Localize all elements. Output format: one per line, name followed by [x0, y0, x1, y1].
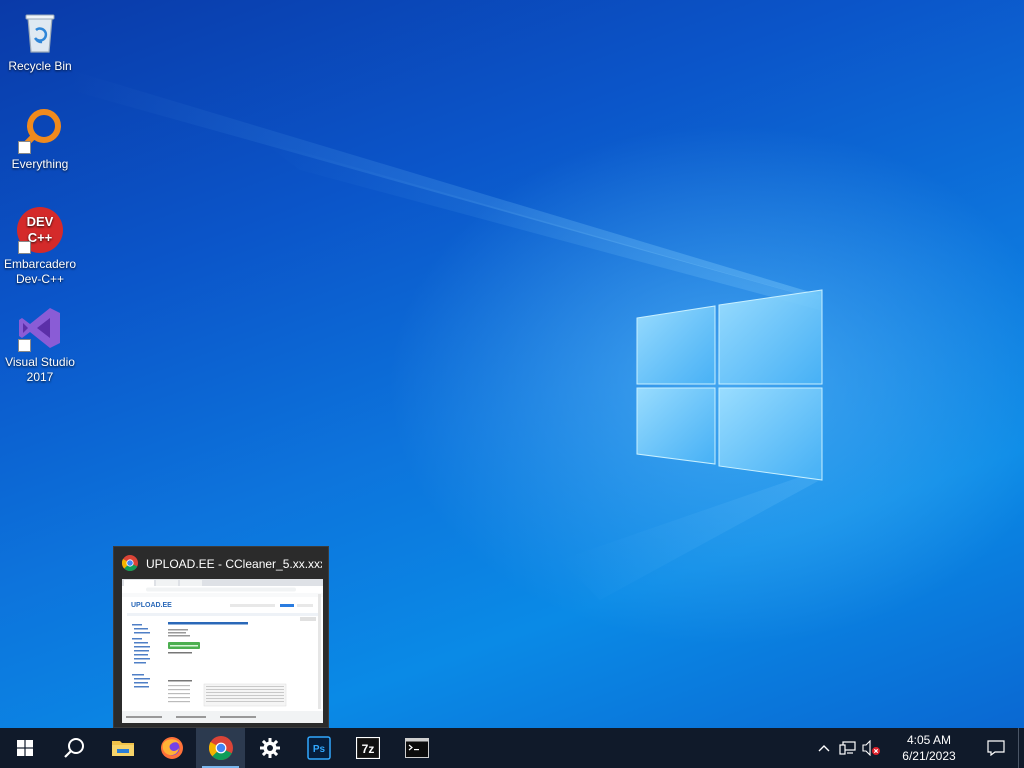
- show-hidden-icons-button[interactable]: [812, 728, 836, 768]
- desktop-icon-label: 2017: [26, 370, 54, 384]
- taskbar-settings[interactable]: [245, 728, 294, 768]
- recycle-bin-icon: [16, 8, 64, 56]
- taskbar: Ps 7z 4:05 AM 6/21/2023: [0, 728, 1024, 768]
- windows-wallpaper-logo: [636, 289, 823, 481]
- shortcut-arrow-icon: [18, 241, 31, 254]
- desktop-icon-label: Dev-C++: [15, 272, 65, 286]
- windows-start-icon: [16, 740, 33, 756]
- desktop-icon-dev-cpp[interactable]: DEV C++ Embarcadero Dev-C++: [2, 206, 78, 287]
- everything-search-icon: [16, 106, 64, 154]
- desktop-icon-label: Embarcadero: [3, 257, 77, 271]
- chrome-icon: [122, 555, 138, 573]
- taskbar-photoshop[interactable]: Ps: [294, 728, 343, 768]
- terminal-icon: [404, 738, 429, 758]
- svg-text:Ps: Ps: [312, 744, 325, 755]
- volume-muted-icon: [862, 740, 880, 756]
- clock-date: 6/21/2023: [902, 749, 956, 763]
- svg-text:UPLOAD.EE: UPLOAD.EE: [131, 602, 172, 609]
- action-center-button[interactable]: [974, 728, 1018, 768]
- desktop-icon-everything[interactable]: Everything: [2, 106, 78, 172]
- gear-icon: [259, 738, 280, 758]
- search-button[interactable]: [49, 728, 98, 768]
- taskbar-terminal[interactable]: [392, 728, 441, 768]
- desktop-icon-visual-studio[interactable]: Visual Studio 2017: [2, 304, 78, 385]
- firefox-icon: [160, 737, 183, 759]
- chrome-icon: [208, 736, 233, 760]
- taskbar-firefox[interactable]: [147, 728, 196, 768]
- chrome-taskbar-preview[interactable]: UPLOAD.EE - CCleaner_5.xx.xxxx... UPLOAD…: [113, 546, 329, 728]
- notification-icon: [987, 740, 1005, 756]
- 7zip-icon: 7z: [355, 737, 380, 759]
- shortcut-arrow-icon: [18, 339, 31, 352]
- desktop-icon-recycle-bin[interactable]: Recycle Bin: [2, 8, 78, 74]
- volume-button[interactable]: [860, 728, 884, 768]
- taskbar-chrome[interactable]: [196, 728, 245, 768]
- shortcut-arrow-icon: [18, 141, 31, 154]
- svg-text:C++: C++: [28, 230, 53, 245]
- photoshop-icon: Ps: [306, 736, 331, 760]
- network-button[interactable]: [836, 728, 860, 768]
- chevron-up-icon: [818, 745, 830, 752]
- desktop-icon-label: Everything: [11, 157, 69, 171]
- svg-text:DEV: DEV: [27, 214, 54, 229]
- taskbar-file-explorer[interactable]: [98, 728, 147, 768]
- folder-icon: [111, 741, 134, 756]
- desktop-icon-label: Visual Studio: [5, 355, 75, 369]
- search-icon: [63, 738, 84, 758]
- clock-time: 4:05 AM: [906, 733, 952, 747]
- visual-studio-icon: [16, 304, 64, 352]
- preview-title: UPLOAD.EE - CCleaner_5.xx.xxxx...: [146, 557, 322, 571]
- dev-cpp-icon: DEV C++: [16, 206, 64, 254]
- svg-text:7z: 7z: [361, 742, 374, 756]
- preview-page-thumbnail: UPLOAD.EE: [122, 579, 323, 723]
- start-button[interactable]: [0, 728, 49, 768]
- desktop-icon-label: Recycle Bin: [8, 59, 72, 73]
- taskbar-clock[interactable]: 4:05 AM 6/21/2023: [884, 732, 974, 764]
- taskbar-7zip[interactable]: 7z: [343, 728, 392, 768]
- system-tray: 4:05 AM 6/21/2023: [812, 728, 1024, 768]
- show-desktop-button[interactable]: [1018, 728, 1024, 768]
- network-icon: [839, 741, 856, 755]
- preview-title-bar: UPLOAD.EE - CCleaner_5.xx.xxxx...: [122, 555, 322, 573]
